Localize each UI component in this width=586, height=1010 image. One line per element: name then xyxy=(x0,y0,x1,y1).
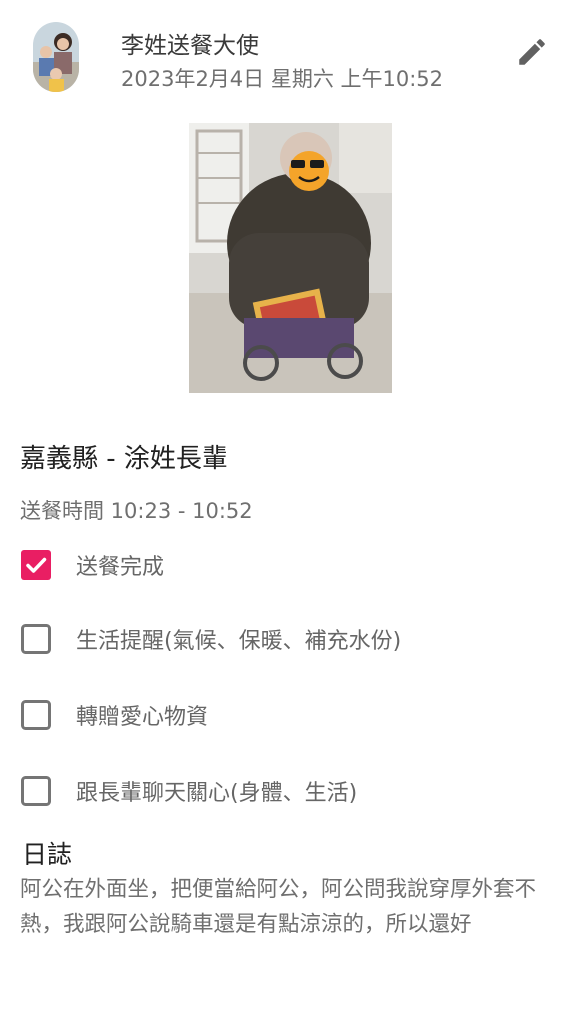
checklist-item-chat-care[interactable]: 跟長輩聊天關心(身體、生活) xyxy=(18,769,568,813)
checklist-label: 跟長輩聊天關心(身體、生活) xyxy=(76,781,358,806)
edit-button[interactable] xyxy=(510,30,554,74)
checklist-item-delivery-complete[interactable]: 送餐完成 xyxy=(18,543,568,587)
recipient-title: 嘉義縣 - 涂姓長輩 xyxy=(20,444,228,474)
checkbox-unchecked-icon[interactable] xyxy=(18,621,54,657)
checkbox-unchecked-icon[interactable] xyxy=(18,697,54,733)
checkbox-unchecked-icon[interactable] xyxy=(18,773,54,809)
checklist-item-life-reminder[interactable]: 生活提醒(氣候、保暖、補充水份) xyxy=(18,617,568,661)
checklist-label: 生活提醒(氣候、保暖、補充水份) xyxy=(76,629,402,654)
checklist-item-donate-supplies[interactable]: 轉贈愛心物資 xyxy=(18,693,568,737)
delivery-photo[interactable] xyxy=(189,123,392,393)
avatar[interactable] xyxy=(33,22,79,92)
author-name: 李姓送餐大使 xyxy=(121,33,259,59)
log-text: 阿公在外面坐，把便當給阿公，阿公問我說穿厚外套不熱，我跟阿公說騎車還是有點涼涼的… xyxy=(20,877,537,937)
checklist-label: 送餐完成 xyxy=(76,555,165,580)
pencil-icon xyxy=(519,39,545,65)
delivery-time: 送餐時間 10:23 - 10:52 xyxy=(20,499,253,523)
checkbox-checked-icon[interactable] xyxy=(18,547,54,583)
checklist-label: 轉贈愛心物資 xyxy=(76,705,209,730)
log-heading: 日誌 xyxy=(22,840,73,869)
post-date: 2023年2月4日 星期六 上午10:52 xyxy=(121,67,444,91)
post-header: 李姓送餐大使 2023年2月4日 星期六 上午10:52 xyxy=(0,0,586,110)
